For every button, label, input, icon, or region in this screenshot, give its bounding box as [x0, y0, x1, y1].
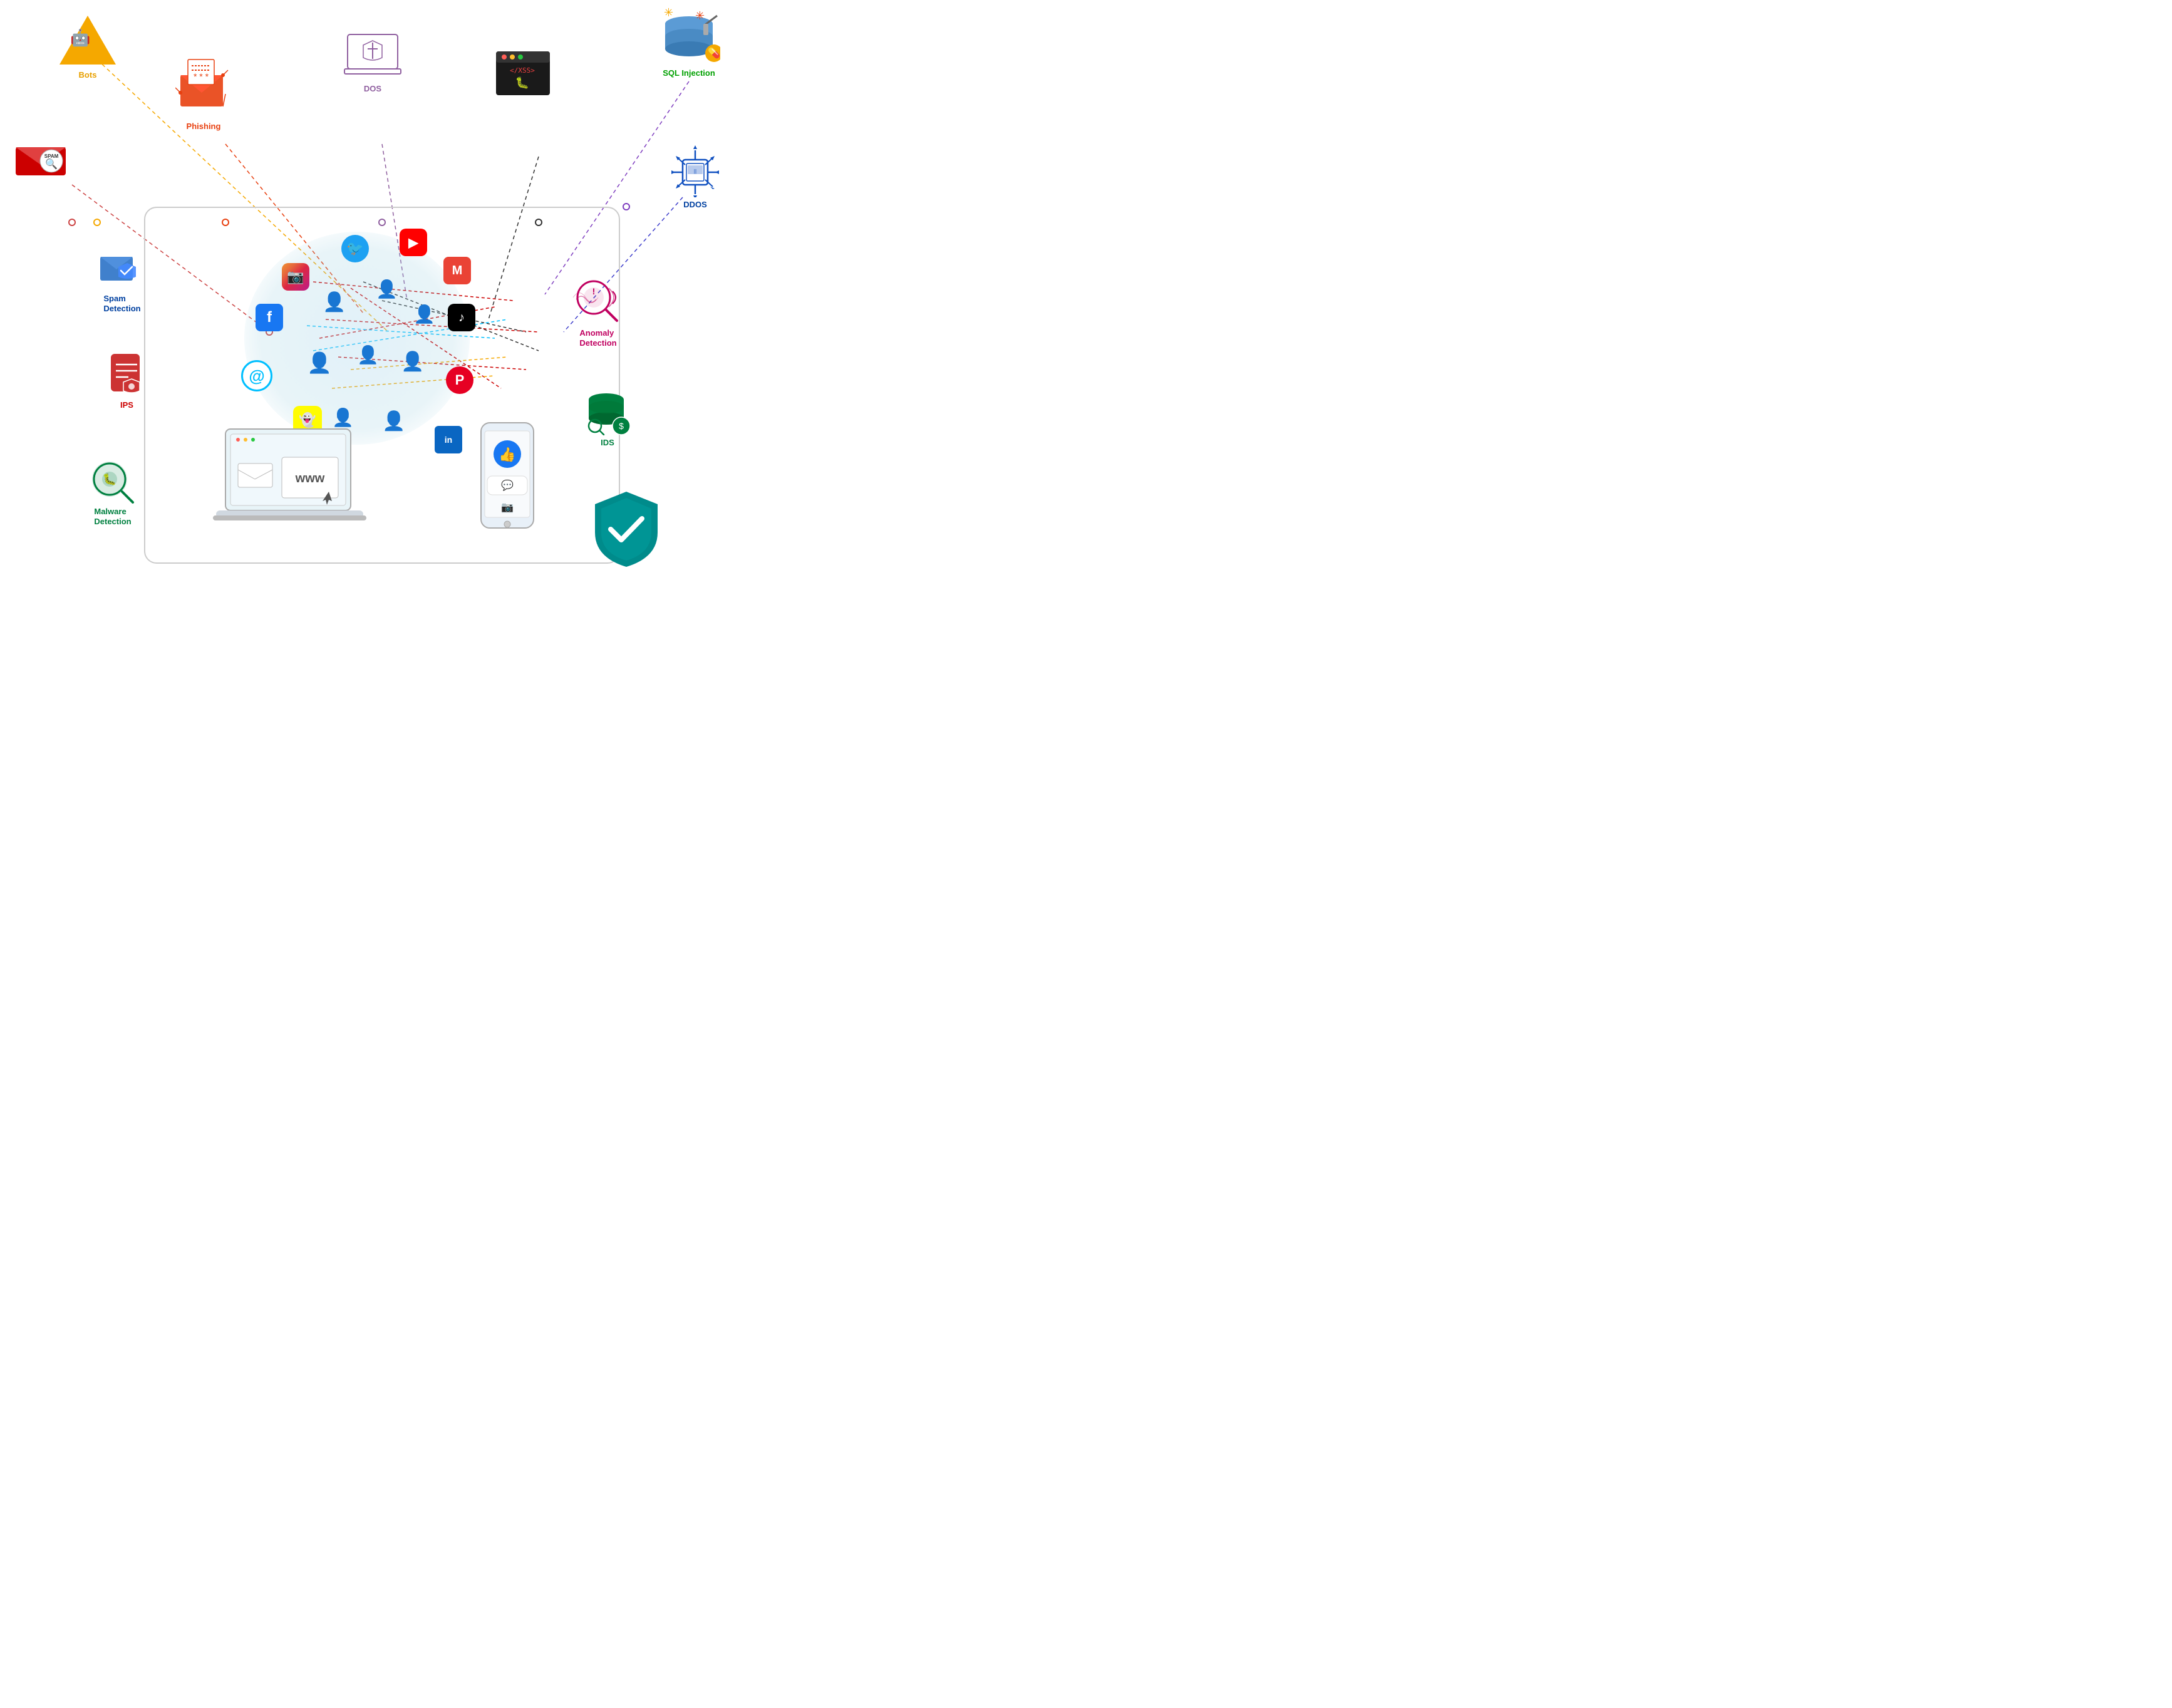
svg-text:||: || — [694, 168, 696, 174]
sql-label: SQL Injection — [663, 68, 715, 78]
phishing-label: Phishing — [187, 122, 221, 132]
person-icon-1: 👤 — [323, 291, 346, 313]
svg-text:www: www — [295, 472, 325, 485]
sql-db-svg: 💊 — [658, 13, 720, 66]
svg-text:SPAM: SPAM — [44, 153, 59, 159]
svg-text:💊: 💊 — [708, 47, 720, 59]
spam-detection-widget: SpamDetection — [97, 244, 147, 313]
xss-icon-svg: </XSS> 🐛 — [495, 50, 551, 100]
person-icon-2: 👤 — [376, 279, 398, 299]
ddos-icon-svg: || — [664, 144, 727, 197]
ips-widget: IPS — [103, 351, 150, 410]
pinterest-icon: P — [446, 366, 473, 394]
ips-label: IPS — [120, 400, 133, 410]
anomaly-detection-widget: ! AnomalyDetection — [570, 276, 626, 348]
deco-star-1: ✳ — [664, 6, 673, 19]
spam-detection-label: SpamDetection — [103, 294, 140, 313]
person-icon-7: 👤 — [332, 407, 354, 428]
spam-detect-svg — [97, 244, 147, 291]
bots-triangle-icon: 🤖 — [59, 16, 116, 65]
anomaly-detection-label: AnomalyDetection — [579, 328, 616, 348]
mobile-phone: 👍 💬 📷 — [476, 420, 545, 539]
dos-label: DOS — [364, 84, 381, 94]
malware-detection-widget: 🐛 MalwareDetection — [88, 457, 138, 526]
xss-threat: </XSS> 🐛 — [495, 50, 551, 100]
gmail-icon: M — [443, 257, 471, 284]
ids-label: IDS — [601, 438, 614, 448]
deco-star-2: ✳ — [695, 9, 705, 23]
at-symbol-icon: @ — [241, 360, 272, 391]
dos-threat: DOS — [341, 31, 404, 94]
ids-svg: $ — [582, 388, 633, 435]
phishing-icon-svg: * * * — [175, 56, 232, 119]
twitter-icon: 🐦 — [341, 235, 369, 262]
person-icon-5: 👤 — [357, 344, 379, 365]
person-icon-6: 👤 — [401, 351, 424, 373]
bots-label: Bots — [79, 70, 97, 80]
tiktok-icon: ♪ — [448, 304, 475, 331]
svg-text:📷: 📷 — [501, 502, 514, 513]
person-icon-3: 👤 — [413, 304, 435, 324]
spam-envelope-svg: SPAM 🔍 — [13, 135, 69, 179]
ddos-threat: || DDOS — [664, 144, 727, 210]
anomaly-detect-svg: ! — [570, 276, 626, 326]
ips-svg — [103, 351, 150, 398]
spam-email-icon: SPAM 🔍 — [13, 135, 69, 187]
sql-threat: ✳ ✳ 💊 SQL Injection — [658, 13, 720, 78]
malware-detect-svg: 🐛 — [88, 457, 138, 504]
person-icon-4: 👤 — [307, 351, 332, 375]
facebook-icon: f — [256, 304, 283, 331]
main-scene: 🤖 Bots SPAM 🔍 * * * — [0, 0, 752, 595]
svg-text:🐛: 🐛 — [103, 472, 116, 485]
ids-widget: $ IDS — [582, 388, 633, 448]
malware-detection-label: MalwareDetection — [94, 507, 131, 526]
svg-text:!: ! — [592, 286, 596, 296]
phishing-threat: * * * Phishing — [175, 56, 232, 132]
svg-text:</XSS>: </XSS> — [510, 66, 535, 75]
svg-text:$: $ — [619, 421, 624, 431]
laptop-svg: www — [213, 426, 413, 532]
svg-text:🐛: 🐛 — [515, 76, 529, 89]
linkedin-icon: in — [435, 426, 462, 453]
shield-svg — [589, 489, 664, 570]
svg-text:👍: 👍 — [499, 447, 515, 462]
youtube-icon: ▶ — [400, 229, 427, 256]
bots-threat: 🤖 Bots — [59, 16, 116, 80]
security-shield — [589, 489, 664, 582]
svg-text:* * *: * * * — [194, 71, 209, 81]
svg-text:💬: 💬 — [501, 479, 514, 491]
dos-icon-svg — [341, 31, 404, 81]
laptop-computer: www — [213, 426, 426, 539]
ddos-label: DDOS — [683, 200, 707, 210]
phone-svg: 👍 💬 📷 — [476, 420, 539, 532]
instagram-icon: 📷 — [282, 263, 309, 291]
svg-text:🔍: 🔍 — [45, 157, 58, 170]
